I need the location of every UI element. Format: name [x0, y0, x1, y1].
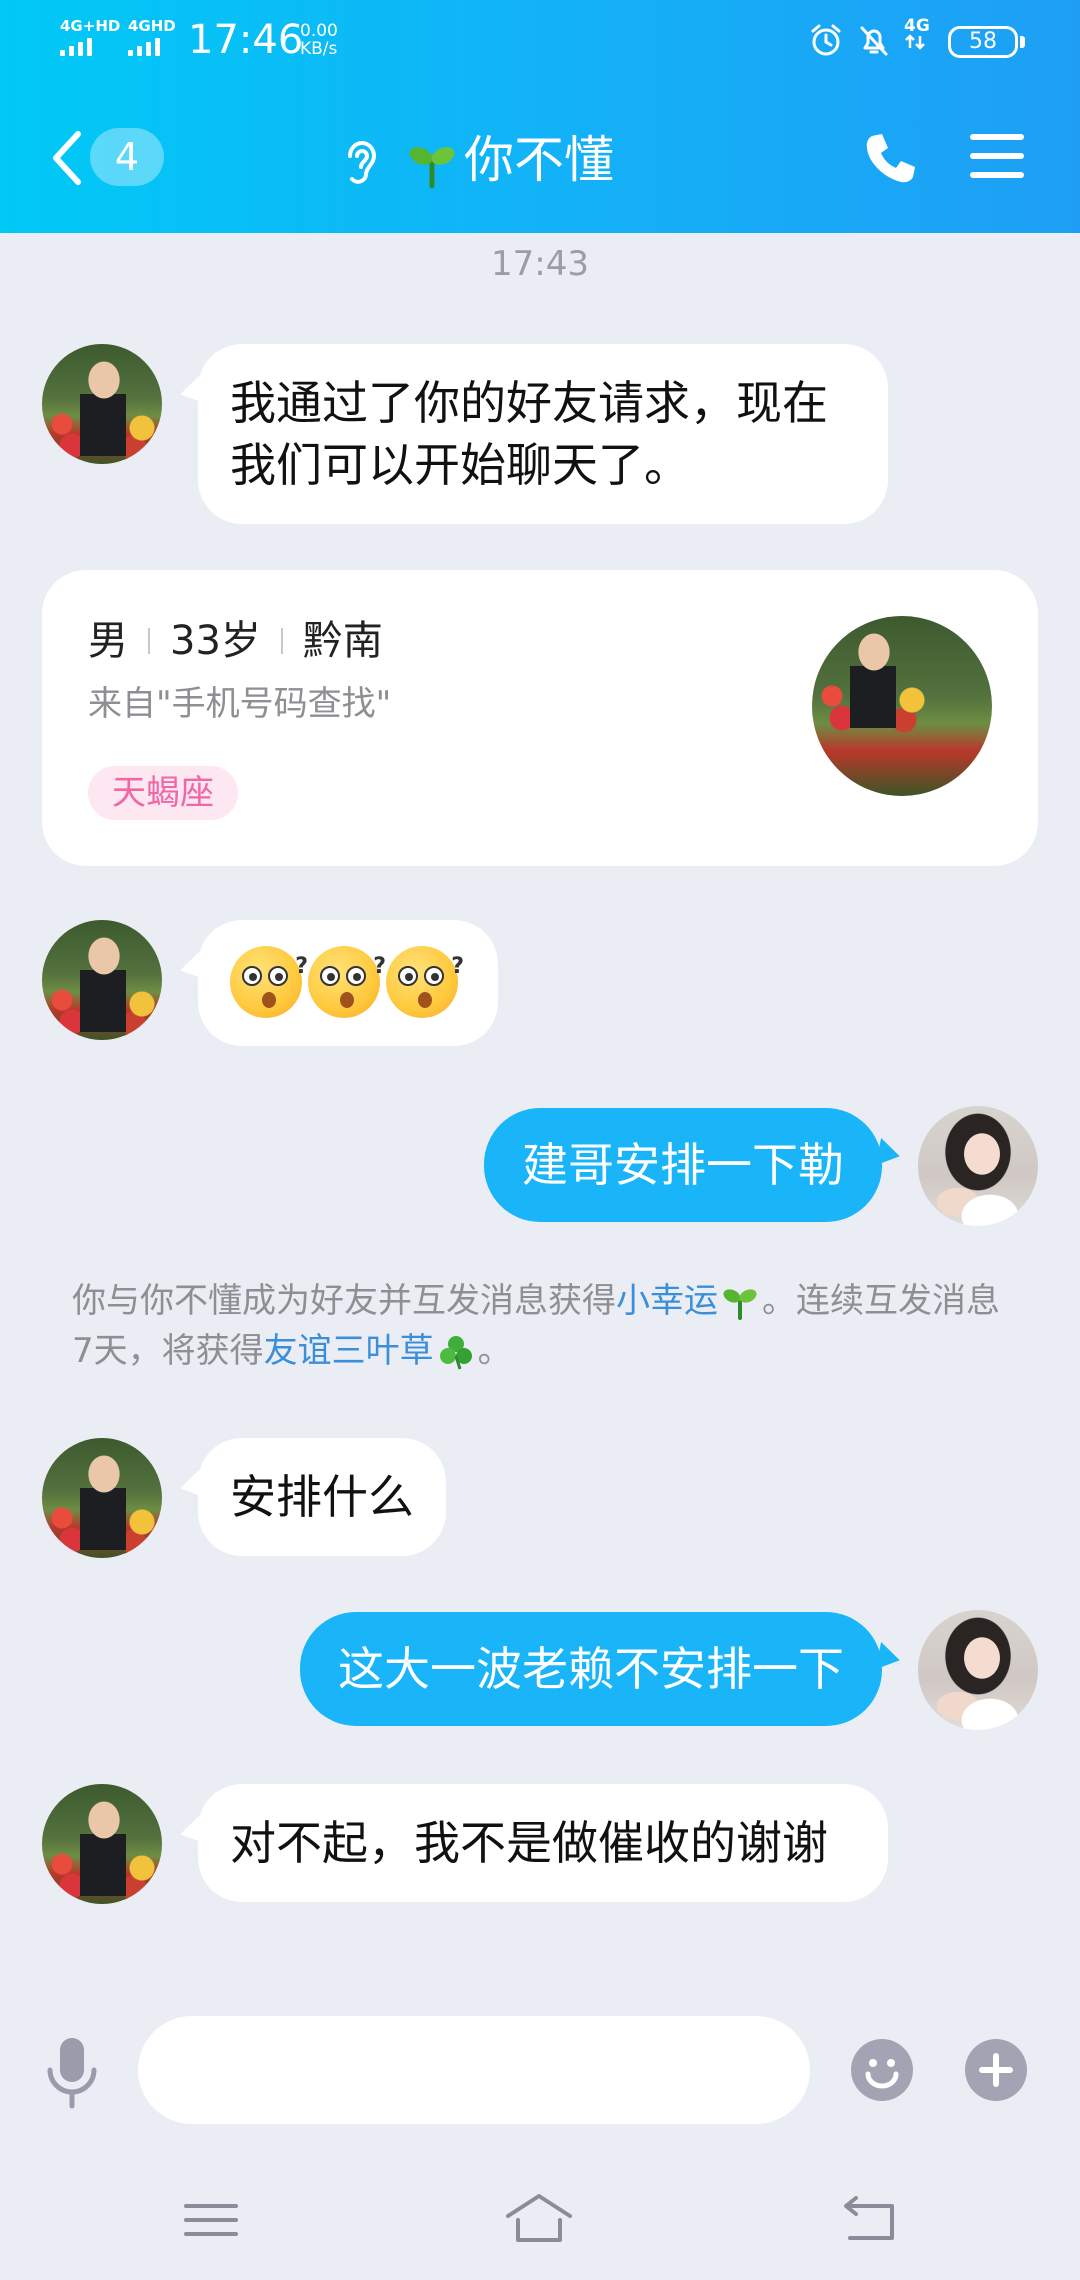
chat-header: 4G+HD 4GHD 17:46 0.00 KB/s 4G 58 4 你不懂: [0, 0, 1080, 233]
profile-card[interactable]: 男 33岁 黔南 来自"手机号码查找" 天蝎座: [42, 570, 1038, 866]
data-arrows-icon: [905, 34, 925, 50]
network-signal-1: 4G+HD: [60, 18, 120, 56]
notice-text: 你与你不懂成为好友并互发消息获得: [72, 1281, 616, 1321]
dizzy-face-emoji-icon: ?: [230, 946, 308, 1018]
message-bubble-incoming[interactable]: 我通过了你的好友请求，现在我们可以开始聊天了。: [198, 344, 888, 524]
sprout-icon: [723, 1289, 757, 1320]
menu-icon[interactable]: [970, 132, 1024, 180]
system-notice: 你与你不懂成为好友并互发消息获得小幸运 。连续互发消息7天，将获得友谊三叶草。: [72, 1276, 1012, 1376]
profile-basic-info: 男 33岁 黔南: [88, 616, 383, 666]
my-avatar[interactable]: [918, 1610, 1038, 1730]
battery-indicator: 58: [948, 26, 1025, 58]
status-bar: 4G+HD 4GHD 17:46 0.00 KB/s 4G 58: [0, 0, 1080, 80]
chat-title[interactable]: 你不懂: [464, 128, 614, 192]
profile-location: 黔南: [302, 618, 383, 664]
signal-bars-icon: [60, 38, 120, 56]
microphone-icon[interactable]: [44, 2036, 100, 2110]
recent-apps-icon[interactable]: [176, 2190, 246, 2250]
message-bubble-outgoing[interactable]: 这大一波老赖不安排一下: [300, 1612, 882, 1726]
clover-icon: [439, 1336, 472, 1370]
speed-unit: KB/s: [300, 39, 338, 59]
message-input[interactable]: [138, 2016, 810, 2124]
notice-text: 。: [477, 1331, 512, 1371]
message-timestamp: 17:43: [491, 244, 589, 284]
profile-avatar[interactable]: [812, 616, 992, 796]
lucky-link[interactable]: 小幸运: [616, 1281, 718, 1321]
profile-gender: 男: [88, 618, 128, 664]
mute-bell-icon: [860, 26, 888, 56]
emoji-row: ? ? ?: [230, 946, 466, 1018]
mobile-data: 4G: [904, 18, 930, 53]
home-icon[interactable]: [504, 2190, 574, 2250]
contact-avatar[interactable]: [42, 1784, 162, 1904]
message-bubble-incoming[interactable]: 对不起，我不是做催收的谢谢: [198, 1784, 888, 1902]
clover-link[interactable]: 友谊三叶草: [264, 1331, 434, 1371]
network-signal-2: 4GHD: [128, 18, 176, 56]
my-avatar[interactable]: [918, 1106, 1038, 1226]
message-bubble-outgoing[interactable]: 建哥安排一下勒: [484, 1108, 882, 1222]
system-nav-bar: [0, 2160, 1080, 2280]
alarm-icon: [811, 24, 841, 56]
back-nav-icon[interactable]: [834, 2190, 904, 2250]
signal-bars-icon: [128, 38, 176, 56]
message-bubble-incoming[interactable]: 安排什么: [198, 1438, 446, 1556]
mobile-data-label: 4G: [904, 16, 930, 36]
contact-avatar[interactable]: [42, 920, 162, 1040]
profile-source: 来自"手机号码查找": [88, 684, 392, 724]
network-type-2: 4GHD: [128, 17, 176, 35]
divider: [148, 628, 150, 654]
unread-count-badge[interactable]: 4: [90, 128, 164, 186]
dizzy-face-emoji-icon: ?: [308, 946, 386, 1018]
message-bubble-incoming[interactable]: ? ? ?: [198, 920, 498, 1046]
dizzy-face-emoji-icon: ?: [386, 946, 464, 1018]
network-speed: 0.00 KB/s: [300, 22, 338, 58]
contact-avatar[interactable]: [42, 344, 162, 464]
emoji-button-icon[interactable]: [850, 2038, 914, 2102]
back-chevron-icon[interactable]: [48, 128, 84, 188]
plus-button-icon[interactable]: [964, 2038, 1028, 2102]
zodiac-tag: 天蝎座: [88, 766, 238, 820]
ear-icon[interactable]: [338, 134, 382, 190]
phone-icon[interactable]: [860, 130, 916, 186]
contact-avatar[interactable]: [42, 1438, 162, 1558]
status-time: 17:46: [188, 17, 304, 63]
divider: [280, 628, 283, 654]
network-type-1: 4G+HD: [60, 17, 121, 35]
input-bar: [0, 2000, 1080, 2140]
speed-value: 0.00: [300, 21, 338, 41]
sprout-icon: [409, 147, 455, 189]
profile-age: 33岁: [170, 618, 261, 664]
